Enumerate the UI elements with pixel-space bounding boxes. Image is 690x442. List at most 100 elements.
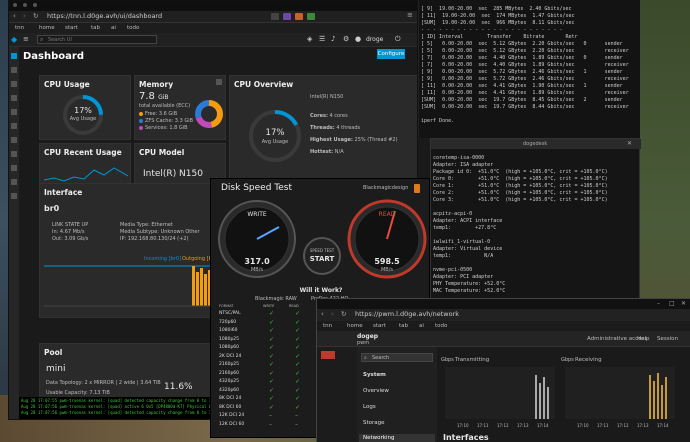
cpu-overview-label: Avg Usage	[261, 139, 289, 145]
username-label[interactable]: droge	[366, 36, 383, 43]
bookmark-item[interactable]: todo	[435, 323, 447, 329]
minimize-icon[interactable]: –	[657, 300, 660, 307]
reload-icon[interactable]: ↻	[341, 310, 346, 318]
memory-legend-services: Services: 1.8 GiB	[145, 125, 188, 131]
tx-chart	[445, 367, 555, 419]
memory-donut-chart	[195, 100, 223, 128]
bookmark-item[interactable]: todo	[127, 25, 139, 31]
address-bar[interactable]: ‹ › ↻ https://tnn.l.d0ge.avh/ui/dashboar…	[9, 11, 417, 23]
sidebar-system-icon[interactable]	[11, 193, 17, 199]
help-menu[interactable]: Help	[637, 336, 650, 342]
cpu-name: Intel(R) N150	[310, 94, 344, 100]
browser-tab-bar: – □ ✕	[317, 299, 690, 309]
sidebar-vm-icon[interactable]	[11, 151, 17, 157]
bookmark-item[interactable]: home	[347, 323, 363, 329]
truenas-sidebar	[9, 47, 19, 419]
back-icon[interactable]: ‹	[13, 12, 16, 20]
write-value: 317.0	[244, 257, 270, 266]
bookmark-item[interactable]: ai	[419, 323, 424, 329]
configure-button[interactable]: Configure	[377, 49, 405, 59]
tab-icon[interactable]	[33, 3, 37, 7]
sidebar-datasets-icon[interactable]	[11, 81, 17, 87]
user-icon[interactable]: ●	[355, 35, 361, 43]
search-input[interactable]: ⌕ Search	[361, 353, 433, 362]
check-icon: ✓	[295, 318, 301, 326]
maximize-icon[interactable]: □	[669, 300, 675, 307]
bookmark-item[interactable]: tnn	[15, 25, 24, 31]
session-menu[interactable]: Session	[657, 336, 678, 342]
extension-icon[interactable]	[283, 13, 291, 20]
close-icon[interactable]: ✕	[681, 300, 686, 307]
nav-system[interactable]: System	[363, 372, 386, 378]
memory-settings-icon[interactable]	[216, 79, 222, 85]
sidebar-reports-icon[interactable]	[11, 179, 17, 185]
terminal-line: [SUM] 0.00-20.00 sec 19.7 GBytes 8.45 Gb…	[421, 97, 623, 103]
media-type: Media Type: Ethernet	[120, 222, 173, 228]
reload-icon[interactable]: ↻	[33, 12, 38, 20]
brand-label: Blackmagicdesign	[363, 185, 409, 191]
bookmark-item[interactable]: tnn	[323, 323, 332, 329]
forward-icon[interactable]: ›	[23, 12, 26, 20]
terminal-line: - - - - - - - - - - - - - - - - - - - - …	[421, 27, 563, 33]
start-small-label: SPEED TEST	[309, 248, 335, 253]
check-icon: ✓	[295, 395, 301, 402]
sidebar-credentials-icon[interactable]	[11, 137, 17, 143]
tab-icon[interactable]	[13, 3, 17, 7]
iperf-terminal-window[interactable]: [ 9] 19.00-20.00 sec 285 MBytes 2.40 Gbi…	[418, 0, 640, 138]
terminal-line: [ 11] 0.00-20.00 sec 4.41 GBytes 1.90 Gb…	[421, 83, 623, 89]
check-icon: ✓	[269, 327, 275, 334]
sidebar-apps-icon[interactable]	[11, 165, 17, 171]
sensors-terminal-window[interactable]: dogedesk ✕ coretemp-isa-0000 Adapter: IS…	[430, 138, 641, 318]
settings-icon[interactable]: ⚙	[343, 35, 349, 43]
nav-networking-active[interactable]: Networking	[359, 434, 435, 442]
cpu-overview-percent: 17%	[265, 128, 285, 138]
bookmark-item[interactable]: tab	[399, 323, 408, 329]
nav-overview[interactable]: Overview	[363, 388, 389, 394]
nav-logs[interactable]: Logs	[363, 404, 376, 410]
url-text[interactable]: https://pwm.l.d0ge.avh/network	[355, 310, 459, 318]
settings-icon[interactable]	[414, 184, 420, 193]
power-icon[interactable]: ⏻	[395, 35, 401, 44]
host-badge[interactable]	[321, 351, 335, 359]
legend-dot	[139, 112, 143, 116]
bookmark-item[interactable]: start	[373, 323, 386, 329]
forward-icon[interactable]: ›	[331, 310, 334, 318]
sidebar-network-icon[interactable]	[11, 123, 17, 129]
sidebar-storage-icon[interactable]	[11, 67, 17, 73]
rx-chart	[565, 367, 675, 419]
format-table-header: WRITE	[263, 304, 275, 308]
start-button[interactable]: SPEED TEST START	[303, 237, 341, 275]
sidebar-dashboard-icon[interactable]	[11, 53, 17, 59]
sidebar-protection-icon[interactable]	[11, 109, 17, 115]
menu-icon[interactable]: ≡	[407, 11, 413, 19]
cockpit-nav: ⌕ Search System Overview Logs Storage Ne…	[357, 347, 437, 442]
bookmark-item[interactable]: tab	[91, 25, 100, 31]
hamburger-icon[interactable]: ≡	[23, 35, 29, 43]
extension-icon[interactable]	[295, 13, 303, 20]
extension-icon[interactable]	[271, 13, 279, 20]
shield-icon[interactable]: ◈	[307, 35, 312, 43]
bookmark-item[interactable]: home	[39, 25, 55, 31]
address-bar[interactable]: ‹ › ↻ https://pwm.l.d0ge.avh/network	[317, 309, 690, 321]
tab-icon[interactable]	[23, 3, 27, 7]
nav-storage[interactable]: Storage	[363, 420, 385, 426]
cpu-usage-percent: 17%	[74, 106, 92, 115]
tasks-icon[interactable]: ☰	[319, 35, 325, 43]
bookmark-item[interactable]: start	[65, 25, 78, 31]
legend-dot	[139, 126, 143, 130]
extension-icon[interactable]	[307, 13, 315, 20]
bell-icon[interactable]: ♪	[331, 35, 335, 43]
bookmark-item[interactable]: ai	[111, 25, 116, 31]
write-label: WRITE	[247, 211, 267, 218]
sidebar-shares-icon[interactable]	[11, 95, 17, 101]
back-icon[interactable]: ‹	[321, 310, 324, 318]
dash-icon: –	[295, 412, 298, 419]
url-text[interactable]: https://tnn.l.d0ge.avh/ui/dashboard	[47, 12, 162, 20]
legend-incoming: Incoming [br0]	[144, 256, 181, 262]
check-icon: ✓	[269, 395, 275, 402]
networking-main: Gbps Transmitting Gbps Receiving 17:10 1…	[437, 347, 690, 442]
close-icon[interactable]: ✕	[627, 140, 632, 147]
host-sub: pwm	[357, 340, 370, 346]
search-input[interactable]: ⌕ Search UI	[37, 35, 157, 44]
tx-title: Transmitting	[455, 357, 490, 363]
